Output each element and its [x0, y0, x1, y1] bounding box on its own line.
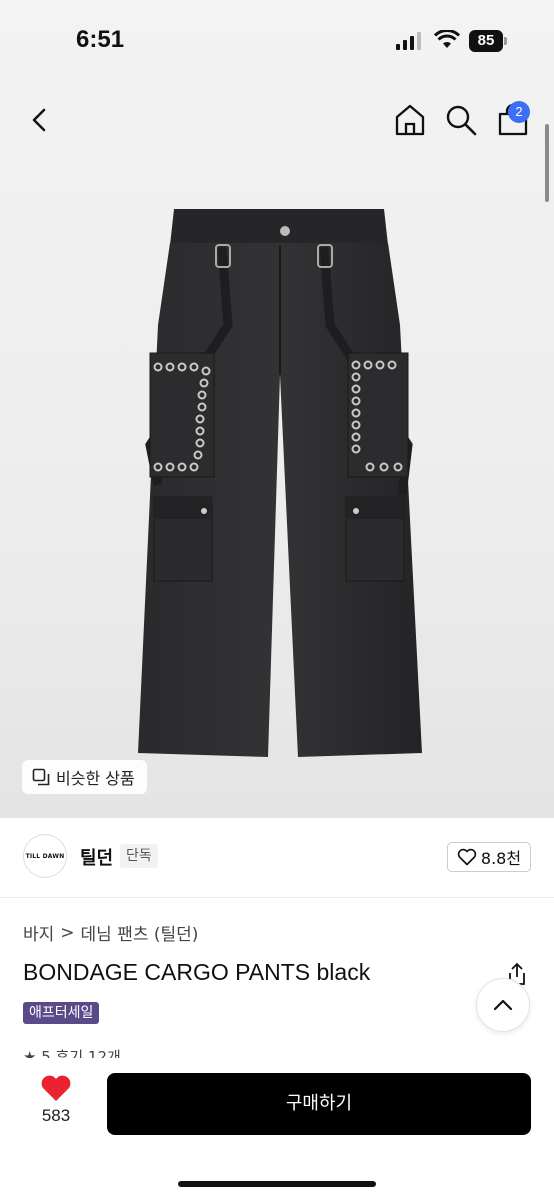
buy-button[interactable]: 구매하기	[107, 1073, 531, 1135]
home-indicator	[178, 1181, 376, 1187]
wifi-icon	[434, 30, 460, 48]
heart-filled-icon	[41, 1075, 71, 1101]
brand-logo[interactable]: TILL DAWN	[23, 834, 67, 878]
exclusive-badge: 단독	[120, 844, 158, 868]
scrollbar[interactable]	[545, 124, 549, 202]
copy-icon	[32, 768, 50, 786]
wishlist-count: 583	[41, 1106, 71, 1125]
battery-indicator: 85	[469, 30, 507, 52]
bottom-action-bar: 583 구매하기	[0, 1058, 554, 1200]
brand-like-count: 8.8천	[480, 849, 522, 868]
similar-products-label: 비슷한 상품	[56, 769, 135, 788]
status-time: 6:51	[76, 26, 125, 53]
heart-outline-icon	[457, 848, 477, 866]
battery-nub	[504, 37, 507, 45]
scroll-to-top-button[interactable]	[476, 978, 530, 1032]
chevron-up-icon	[493, 999, 513, 1011]
signal-icon	[396, 32, 421, 50]
cart-count-badge: 2	[508, 101, 530, 123]
section-divider	[0, 897, 554, 898]
back-icon[interactable]	[24, 104, 56, 136]
brand-like-button[interactable]: 8.8천	[447, 842, 531, 872]
battery-level: 85	[469, 30, 503, 52]
brand-row: TILL DAWN 틸던 단독 8.8천	[0, 830, 554, 886]
breadcrumb-separator: >	[60, 922, 75, 943]
product-image[interactable]	[130, 205, 430, 765]
breadcrumb: 바지 > 데님 팬츠 (틸던)	[23, 920, 199, 946]
similar-products-button[interactable]: 비슷한 상품	[22, 760, 147, 794]
breadcrumb-category[interactable]: 바지	[23, 920, 54, 945]
wishlist-button[interactable]: 583	[34, 1074, 78, 1134]
breadcrumb-subcategory[interactable]: 데님 팬츠 (틸던)	[81, 920, 199, 945]
brand-name[interactable]: 틸던	[80, 844, 113, 870]
sale-badge: 애프터세일	[23, 1002, 100, 1024]
home-icon[interactable]	[393, 103, 427, 137]
product-title: BONDAGE CARGO PANTS black	[23, 959, 371, 985]
status-bar: 6:51 85	[0, 0, 554, 80]
search-icon[interactable]	[444, 103, 478, 137]
